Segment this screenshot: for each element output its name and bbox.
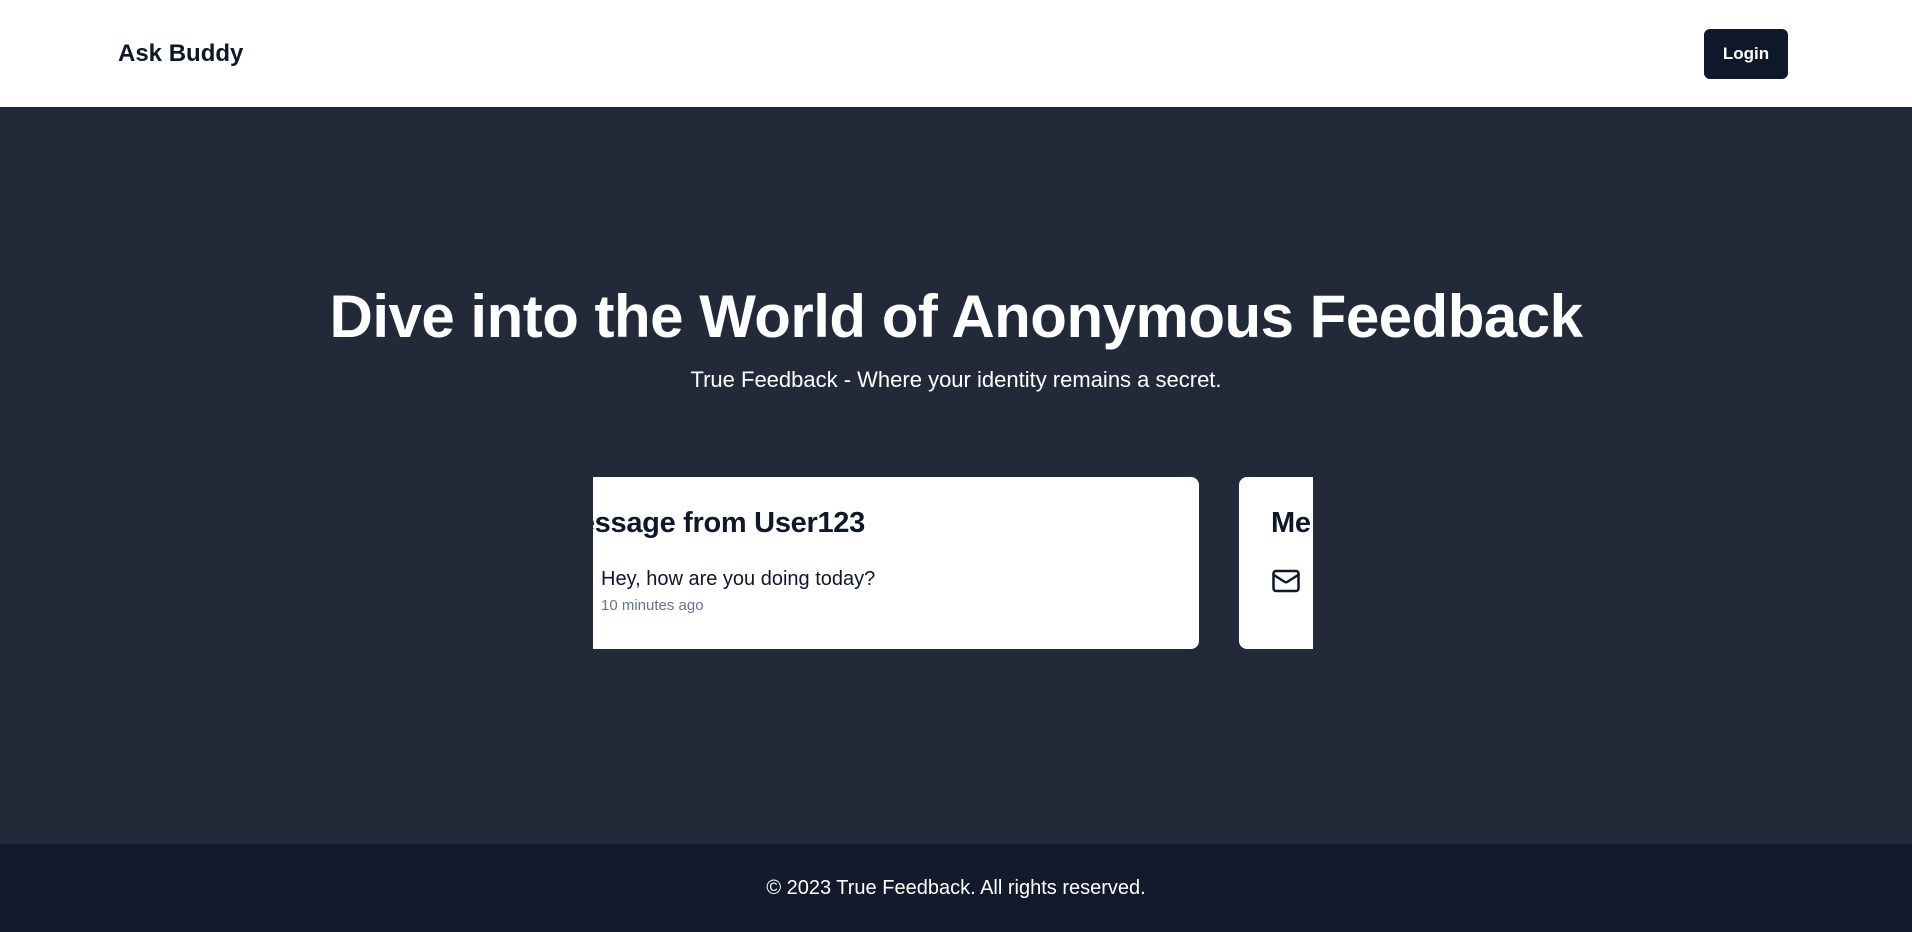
message-card[interactable]: Message from User123 Hey, how are you do… — [593, 477, 1199, 649]
login-button[interactable]: Login — [1704, 29, 1788, 79]
card-timestamp: 10 minutes ago — [601, 597, 704, 614]
brand-logo[interactable]: Ask Buddy — [118, 40, 243, 68]
carousel-track: Message from User123 Hey, how are you do… — [593, 477, 1313, 649]
card-title: Message from User123 — [593, 507, 865, 539]
message-carousel[interactable]: Message from User123 Hey, how are you do… — [593, 477, 1313, 649]
hero-section: Dive into the World of Anonymous Feedbac… — [0, 107, 1912, 844]
footer-copyright: © 2023 True Feedback. All rights reserve… — [766, 876, 1146, 899]
card-content: Hey, how are you doing today? 10 minutes… — [601, 568, 875, 614]
footer: © 2023 True Feedback. All rights reserve… — [0, 844, 1912, 932]
card-message: Hey, how are you doing today? — [601, 568, 876, 590]
card-title: Me — [1271, 507, 1311, 539]
hero-title: Dive into the World of Anonymous Feedbac… — [329, 283, 1583, 350]
mail-icon — [1272, 569, 1300, 593]
hero-subtitle: True Feedback - Where your identity rema… — [690, 367, 1222, 392]
navbar: Ask Buddy Login — [0, 0, 1912, 107]
message-card[interactable]: Me — [1239, 477, 1313, 649]
card-body — [1271, 568, 1313, 596]
card-body: Hey, how are you doing today? 10 minutes… — [593, 568, 1167, 614]
